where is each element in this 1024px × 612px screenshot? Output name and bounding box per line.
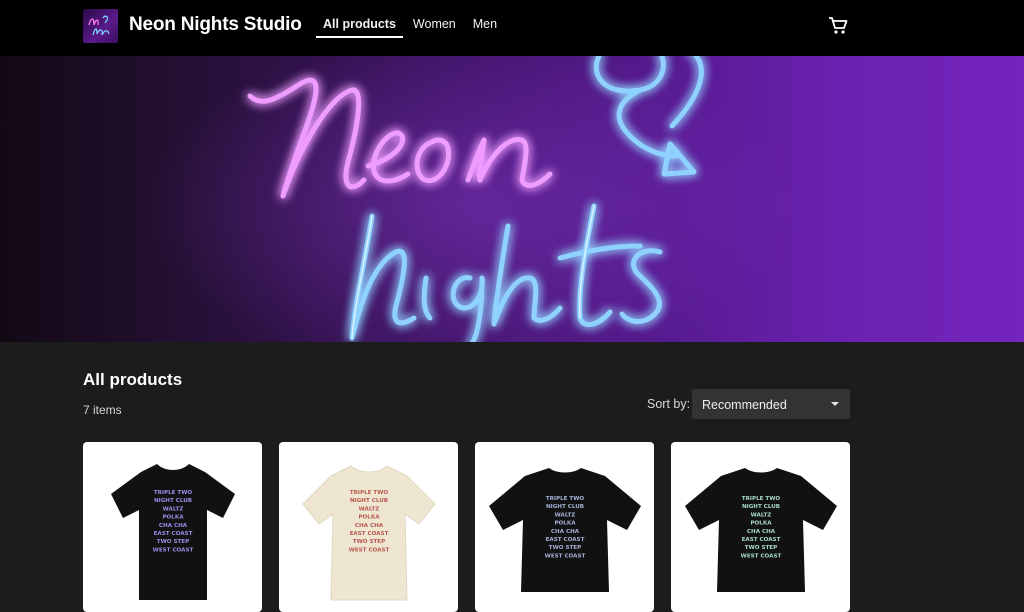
shirt-print-line: TRIPLE TWO [350, 490, 389, 496]
chevron-down-icon [831, 402, 839, 406]
shirt-print-line: TRIPLE TWO [546, 496, 585, 502]
product-image: TRIPLE TWO NIGHT CLUB WALTZ POLKA CHA CHA EAS… [489, 468, 641, 592]
shirt-print-line: CHA CHA [159, 523, 188, 529]
shirt-print-line: WEST COAST [349, 547, 390, 553]
primary-navigation: All products Women Men [316, 0, 504, 40]
shirt-print-line: WEST COAST [153, 547, 194, 553]
section-title: All products [83, 370, 183, 389]
nav-men[interactable]: Men [466, 0, 504, 38]
brand-name[interactable]: Neon Nights Studio [129, 14, 302, 36]
shopping-cart-icon[interactable] [826, 13, 850, 37]
shirt-print-line: EAST COAST [742, 537, 781, 543]
sort-dropdown[interactable]: Recommended [692, 389, 850, 419]
shirt-print-line: EAST COAST [546, 537, 585, 543]
shirt-print-line: POLKA [162, 515, 184, 521]
shirt-print-line: EAST COAST [350, 531, 389, 537]
shirt-print-line: WEST COAST [741, 553, 782, 559]
nav-women[interactable]: Women [406, 0, 463, 38]
sort-selected-value: Recommended [702, 398, 787, 412]
product-card[interactable]: TRIPLE TWO NIGHT CLUB WALTZ POLKA CHA CHA EAS… [83, 442, 262, 612]
shirt-print-line: CHA CHA [747, 529, 776, 535]
shirt-print-line: WALTZ [359, 506, 380, 512]
shirt-print-line: NIGHT CLUB [154, 498, 192, 504]
shirt-print-line: WEST COAST [545, 553, 586, 559]
shirt-print-line: TWO STEP [549, 545, 581, 551]
sort-label: Sort by: [647, 397, 691, 411]
shirt-print-line: TRIPLE TWO [154, 490, 193, 496]
shirt-print-line: WALTZ [555, 512, 576, 518]
shirt-print-line: CHA CHA [355, 523, 384, 529]
product-image: TRIPLE TWO NIGHT CLUB WALTZ POLKA CHA CHA EAS… [111, 464, 235, 600]
shirt-print-line: TWO STEP [353, 539, 385, 545]
shirt-print-line: CHA CHA [551, 529, 580, 535]
shirt-print-line: TRIPLE TWO [742, 496, 781, 502]
product-card[interactable]: TRIPLE TWO NIGHT CLUB WALTZ POLKA CHA CHA EAS… [475, 442, 654, 612]
shirt-print-line: POLKA [358, 515, 380, 521]
shirt-print-line: POLKA [750, 521, 772, 527]
top-navigation-bar: Neon Nights Studio All products Women Me… [0, 0, 1024, 56]
product-image: TRIPLE TWO NIGHT CLUB WALTZ POLKA CHA CHA EAS… [685, 468, 837, 592]
product-card[interactable]: TRIPLE TWO NIGHT CLUB WALTZ POLKA CHA CHA EAS… [671, 442, 850, 612]
neon-sign-image [140, 56, 800, 342]
shirt-print-line: POLKA [554, 521, 576, 527]
shirt-print-line: TWO STEP [157, 539, 189, 545]
neon-nights-logo[interactable] [83, 9, 118, 43]
product-image: TRIPLE TWO NIGHT CLUB WALTZ POLKA CHA CHA EAS… [302, 465, 436, 601]
item-count: 7 items [83, 403, 122, 417]
product-card[interactable]: TRIPLE TWO NIGHT CLUB WALTZ POLKA CHA CHA EAS… [279, 442, 458, 612]
shirt-print-line: EAST COAST [154, 531, 193, 537]
shirt-print-line: TWO STEP [745, 545, 777, 551]
hero-banner [0, 56, 1024, 342]
shirt-print-line: NIGHT CLUB [546, 504, 584, 510]
shirt-print-line: NIGHT CLUB [350, 498, 388, 504]
nav-all-products[interactable]: All products [316, 0, 403, 38]
shirt-print-line: NIGHT CLUB [742, 504, 780, 510]
shirt-print-line: WALTZ [163, 506, 184, 512]
shirt-print-line: WALTZ [751, 512, 772, 518]
